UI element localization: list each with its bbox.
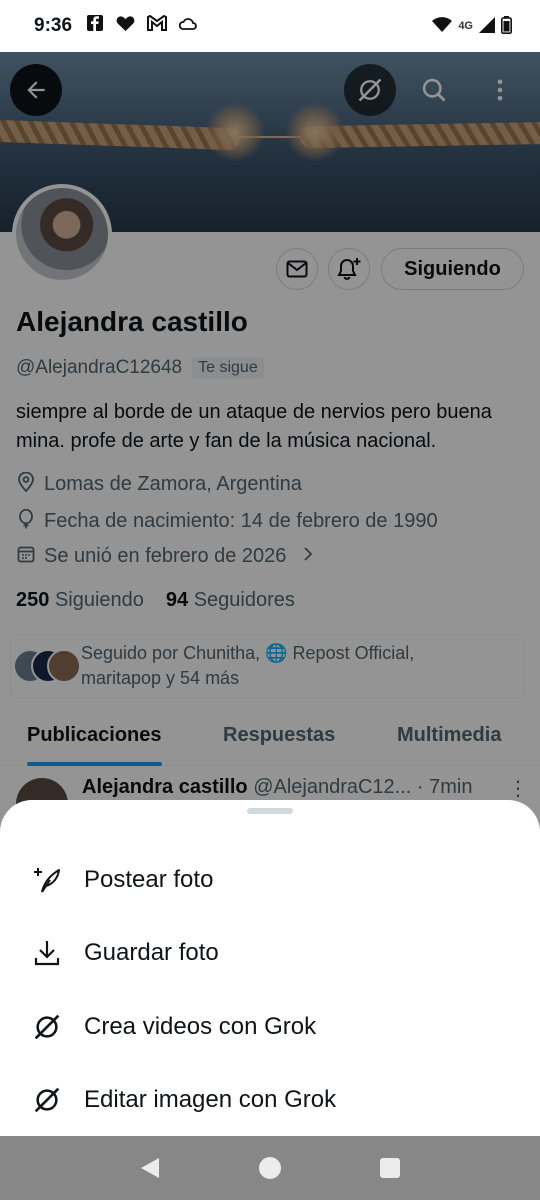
status-bar: 9:36 4G bbox=[0, 0, 540, 52]
square-recents-icon bbox=[380, 1158, 400, 1178]
menu-item-label: Postear foto bbox=[84, 866, 214, 893]
clock: 9:36 bbox=[34, 15, 73, 36]
menu-item-grok-video[interactable]: Crea videos con Grok bbox=[0, 992, 540, 1062]
cloud-icon bbox=[178, 15, 197, 37]
system-nav-bar bbox=[0, 1136, 540, 1200]
menu-item-label: Crea videos con Grok bbox=[84, 1013, 317, 1040]
circle-home-icon bbox=[259, 1157, 281, 1179]
menu-item-label: Guardar foto bbox=[84, 939, 219, 966]
download-icon bbox=[0, 938, 84, 968]
sheet-drag-handle[interactable] bbox=[247, 808, 293, 814]
nav-recents-button[interactable] bbox=[370, 1148, 410, 1188]
bottom-sheet: Postear foto Guardar foto Crea videos co… bbox=[0, 800, 540, 1136]
battery-icon bbox=[501, 15, 512, 37]
wifi-icon bbox=[432, 16, 453, 36]
menu-item-post-photo[interactable]: Postear foto bbox=[0, 845, 540, 915]
triangle-back-icon bbox=[141, 1158, 159, 1178]
menu-item-save-photo[interactable]: Guardar foto bbox=[0, 918, 540, 988]
nav-back-button[interactable] bbox=[130, 1148, 170, 1188]
menu-item-label: Editar imagen con Grok bbox=[84, 1086, 337, 1113]
gmail-icon bbox=[147, 14, 168, 37]
facebook-icon bbox=[86, 14, 104, 38]
post-photo-icon bbox=[0, 864, 84, 896]
signal-icon bbox=[479, 16, 495, 36]
heart-icon bbox=[116, 15, 135, 38]
grok-icon bbox=[0, 1011, 84, 1043]
nav-home-button[interactable] bbox=[250, 1148, 290, 1188]
network-type: 4G bbox=[458, 20, 473, 32]
grok-icon bbox=[0, 1084, 84, 1116]
menu-item-grok-edit-image[interactable]: Editar imagen con Grok bbox=[0, 1065, 540, 1135]
